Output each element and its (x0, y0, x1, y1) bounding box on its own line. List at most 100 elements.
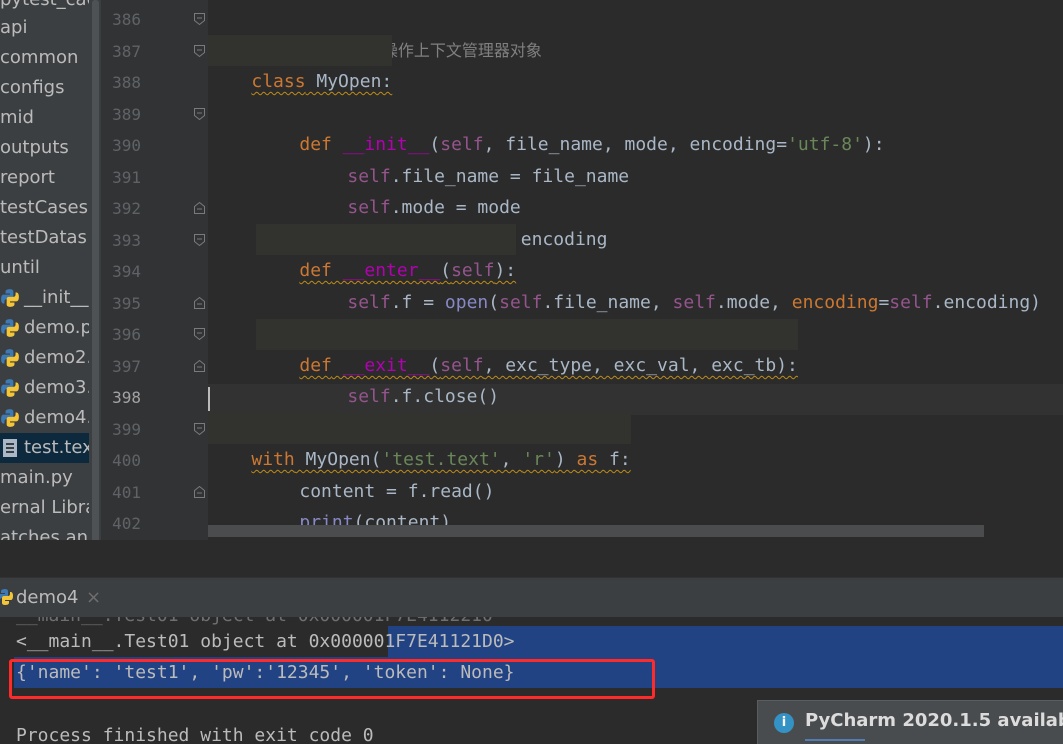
tree-item[interactable]: demo.py (0, 313, 101, 343)
fold-collapse-icon[interactable] (193, 44, 206, 58)
info-icon: i (774, 713, 794, 733)
tree-item-label: until (0, 257, 40, 278)
tree-item-label: main.py (0, 467, 73, 488)
statement: , (500, 449, 523, 470)
highlight-annotation-box (9, 659, 655, 699)
line-number[interactable]: 396 (101, 319, 141, 350)
line-number[interactable]: 401 (101, 477, 141, 508)
line-number[interactable]: 395 (101, 288, 141, 319)
fold-end-icon[interactable] (193, 485, 206, 499)
code-line-390[interactable]: self.file_name = file_name (208, 130, 629, 187)
fold-collapse-icon[interactable] (193, 107, 206, 121)
line-number[interactable]: 397 (101, 351, 141, 382)
tree-item[interactable]: demo3.p (0, 373, 101, 403)
python-file-icon (1, 319, 19, 337)
self-token: self (889, 292, 933, 313)
line-number[interactable]: 390 (101, 130, 141, 161)
line-number[interactable]: 402 (101, 508, 141, 539)
tree-item[interactable]: until (0, 253, 40, 283)
notification-message: PyCharm 2020.1.5 available (805, 710, 1063, 731)
tree-item-label: pytest_cach (0, 0, 101, 10)
tree-item-label: common (0, 47, 79, 68)
tree-item[interactable]: main.py (0, 463, 73, 493)
update-link[interactable] (805, 739, 865, 743)
console-line: <__main__.Test01 object at 0x000001F7E41… (16, 631, 515, 652)
fold-collapse-icon[interactable] (193, 327, 206, 341)
close-icon[interactable]: × (83, 580, 105, 616)
string: 'r' (522, 449, 555, 470)
update-notification[interactable]: i PyCharm 2020.1.5 available (757, 700, 1063, 744)
tree-item[interactable]: common (0, 43, 78, 73)
tree-item[interactable]: demo2.p (0, 343, 101, 373)
tree-item[interactable]: configs (0, 73, 64, 103)
class-name: MyOpen: (305, 71, 393, 92)
line-number[interactable]: 391 (101, 162, 141, 193)
line-number[interactable]: 394 (101, 256, 141, 287)
code-line-399[interactable]: with MyOpen('test.text', 'r') as f: (208, 413, 631, 470)
paren: ): (862, 134, 885, 155)
tree-item[interactable]: testCases (0, 193, 88, 223)
code-line-387[interactable]: class MyOpen: (208, 35, 393, 92)
tree-item[interactable]: test.text (0, 433, 101, 463)
fold-collapse-icon[interactable] (193, 233, 206, 247)
project-tree[interactable]: pytest_cachapi common configs mid outputs rep… (0, 0, 101, 577)
run-tab-label: demo4 (16, 587, 79, 608)
code-line-391[interactable]: self.mode = mode (208, 161, 520, 218)
fold-collapse-icon[interactable] (193, 12, 206, 26)
line-number[interactable]: 386 (101, 4, 141, 35)
editor-horizontal-scrollbar[interactable] (208, 525, 984, 537)
line-number[interactable]: 393 (101, 225, 141, 256)
keyword: as (576, 449, 599, 470)
python-file-icon (1, 349, 19, 367)
self-token: self (499, 292, 543, 313)
tree-item-label: testCases (0, 197, 88, 218)
line-number[interactable]: 387 (101, 36, 141, 67)
code-line-396[interactable]: def __exit__(self, exc_type, exc_val, ex… (256, 319, 798, 376)
tree-item[interactable]: testDatas (0, 223, 87, 253)
code-line-394[interactable]: self.f = open(self.file_name, self.mode,… (208, 256, 1041, 313)
code-line-397[interactable]: self.f.close() (208, 350, 499, 407)
statement: .file_name, (542, 292, 673, 313)
line-number[interactable]: 392 (101, 193, 141, 224)
run-toolwindow-tabs: demo4 × (0, 577, 1063, 617)
line-number[interactable]: 398 (101, 382, 141, 413)
keyword-arg: encoding (791, 292, 879, 313)
line-number[interactable]: 388 (101, 67, 141, 98)
line-number[interactable]: 399 (101, 414, 141, 445)
code-line-392[interactable]: self.encoding = encoding (208, 193, 607, 250)
fold-collapse-icon[interactable] (193, 422, 206, 436)
code-line-386[interactable]: # 自定义一个文件操作上下文管理器对象 (208, 4, 542, 60)
tree-item[interactable]: ernal Librari (0, 493, 101, 523)
string: 'utf-8' (787, 134, 863, 155)
statement: .f.close() (390, 386, 500, 407)
code-line-395[interactable]: return self.f (208, 287, 488, 344)
tree-item[interactable]: outputs (0, 133, 69, 163)
line-number[interactable]: 389 (101, 99, 141, 130)
scrollbar-thumb[interactable] (92, 0, 99, 577)
text-caret (208, 387, 210, 411)
tree-item[interactable]: report (0, 163, 55, 193)
tree-item-label: ernal Librari (0, 497, 101, 518)
tree-item[interactable]: demo4.p (0, 403, 101, 433)
python-file-icon (1, 289, 19, 307)
fold-end-icon[interactable] (193, 359, 206, 373)
python-file-icon (1, 409, 19, 427)
panel-separator[interactable] (0, 540, 1063, 577)
tree-item[interactable]: __init__.p (0, 283, 101, 313)
run-tab-demo4[interactable]: demo4 × (0, 580, 109, 616)
params: , exc_type, exc_val, exc_tb): (483, 355, 798, 376)
editor-gutter: 386 387 388 389 390 391 392 393 394 395 396 397 398 3… (101, 0, 208, 540)
code-line-400[interactable]: content = f.read() (208, 445, 494, 502)
tree-item[interactable]: mid (0, 103, 34, 133)
fold-end-icon[interactable] (193, 201, 206, 215)
line-number[interactable]: 400 (101, 445, 141, 476)
project-tree-scrollbar[interactable] (89, 0, 101, 577)
statement: .encoding) (932, 292, 1042, 313)
fold-end-icon[interactable] (193, 296, 206, 310)
code-line-389[interactable]: def __init__(self, file_name, mode, enco… (208, 98, 884, 155)
paren: ( (488, 292, 500, 313)
code-line-393[interactable]: def __enter__(self): (256, 224, 517, 281)
code-editor[interactable]: # 自定义一个文件操作上下文管理器对象 class MyOpen: def __… (208, 0, 1063, 540)
tree-item[interactable]: api (0, 13, 27, 43)
code-line-401[interactable]: print(content) (208, 476, 451, 533)
